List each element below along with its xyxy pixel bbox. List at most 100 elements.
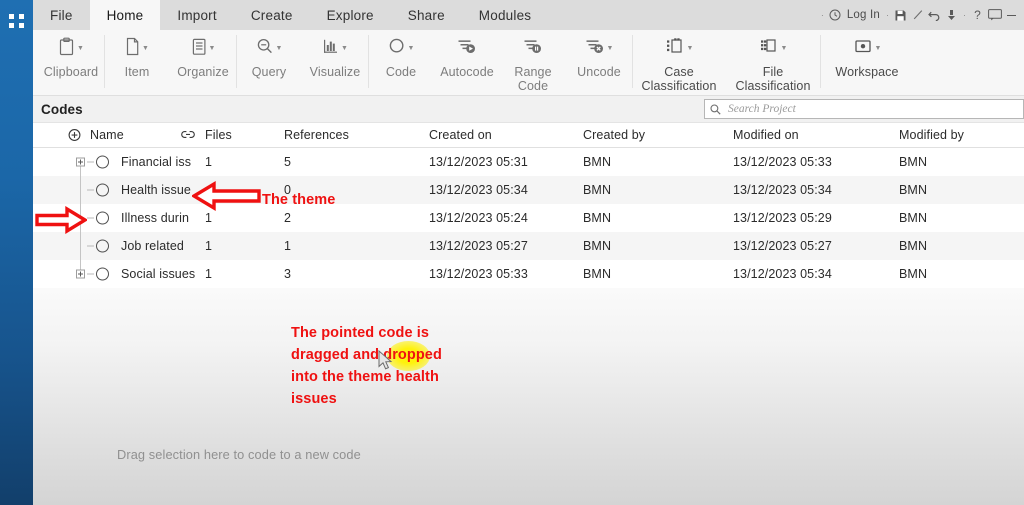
drop-zone-hint: Drag selection here to code to a new cod… xyxy=(117,447,361,462)
cell-created-by: BMN xyxy=(583,155,612,169)
panel-header: Codes Search Project xyxy=(33,96,1024,123)
search-minus-icon xyxy=(256,37,274,61)
column-header-modified-on[interactable]: Modified on xyxy=(733,128,799,142)
clipboard-button[interactable]: ▼ Clipboard xyxy=(38,30,104,79)
cell-name: Health issue xyxy=(121,183,191,197)
expand-icon[interactable] xyxy=(76,269,85,279)
search-placeholder: Search Project xyxy=(728,103,796,115)
chevron-down-icon[interactable]: ▼ xyxy=(607,45,614,52)
tab-home[interactable]: Home xyxy=(89,0,161,30)
workspace-button[interactable]: ▼ Workspace xyxy=(820,30,914,79)
cell-files: 1 xyxy=(205,267,213,281)
circled-plus-icon[interactable] xyxy=(68,129,81,142)
cell-created-on: 13/12/2023 05:27 xyxy=(429,239,528,253)
table-row[interactable]: Job related 1 1 13/12/2023 05:27 BMN 13/… xyxy=(33,232,1024,260)
table-row[interactable]: Health issue 0 13/12/2023 05:34 BMN 13/1… xyxy=(33,176,1024,204)
range-code-button[interactable]: Range Code xyxy=(500,30,566,93)
autocode-button[interactable]: Autocode xyxy=(434,30,500,79)
tree-line xyxy=(87,161,94,163)
code-node-icon xyxy=(96,239,109,253)
help-icon[interactable]: ? xyxy=(969,1,986,29)
tab-share[interactable]: Share xyxy=(391,0,462,30)
search-input[interactable]: Search Project xyxy=(704,99,1024,119)
cell-modified-by: BMN xyxy=(899,183,928,197)
column-header-created-on[interactable]: Created on xyxy=(429,128,492,142)
cell-created-on: 13/12/2023 05:24 xyxy=(429,211,528,225)
tree-line xyxy=(87,189,94,191)
chevron-down-icon[interactable]: ▼ xyxy=(781,45,788,52)
tab-import[interactable]: Import xyxy=(160,0,233,30)
comment-icon[interactable] xyxy=(986,1,1003,29)
document-icon xyxy=(125,37,140,61)
cell-name: Job related xyxy=(121,239,184,253)
table-row[interactable]: Social issues 1 3 13/12/2023 05:33 BMN 1… xyxy=(33,260,1024,288)
redo-dropdown-icon[interactable] xyxy=(943,1,960,29)
left-navigation-rail[interactable] xyxy=(0,0,33,505)
chevron-down-icon[interactable]: ▼ xyxy=(209,45,216,52)
item-button[interactable]: ▼ Item xyxy=(104,30,170,79)
range-code-label: Range Code xyxy=(514,65,552,93)
file-classification-icon xyxy=(759,37,779,61)
checklist-icon xyxy=(191,37,207,61)
column-header-name[interactable]: Name xyxy=(90,128,124,142)
visualize-button[interactable]: ▼ Visualize xyxy=(302,30,368,79)
chevron-down-icon[interactable]: ▼ xyxy=(408,45,415,52)
chevron-down-icon[interactable]: ▼ xyxy=(341,45,348,52)
undo-icon[interactable] xyxy=(926,1,943,29)
tab-explore[interactable]: Explore xyxy=(310,0,391,30)
column-header-created-by[interactable]: Created by xyxy=(583,128,645,142)
tab-create[interactable]: Create xyxy=(234,0,310,30)
organize-button[interactable]: ▼ Organize xyxy=(170,30,236,79)
ribbon-group-clipboard: ▼ Clipboard xyxy=(38,30,104,96)
login-button[interactable]: Log In xyxy=(844,1,883,29)
main-area: File Home Import Create Explore Share Mo… xyxy=(33,0,1024,505)
code-node-icon xyxy=(96,211,109,225)
cell-modified-by: BMN xyxy=(899,239,928,253)
cell-name: Financial iss xyxy=(121,155,192,169)
tab-file[interactable]: File xyxy=(33,0,90,30)
chevron-down-icon[interactable]: ▼ xyxy=(77,45,84,52)
clock-icon[interactable] xyxy=(827,1,844,29)
tree-line xyxy=(87,245,94,247)
query-button[interactable]: ▼ Query xyxy=(236,30,302,79)
expand-icon[interactable] xyxy=(76,157,85,167)
column-header-modified-by[interactable]: Modified by xyxy=(899,128,964,142)
save-icon[interactable] xyxy=(892,1,909,29)
chevron-down-icon[interactable]: ▼ xyxy=(875,45,882,52)
tab-modules[interactable]: Modules xyxy=(462,0,548,30)
table-header-row: Name Files References Created on Created… xyxy=(33,123,1024,148)
search-icon xyxy=(710,103,721,115)
ribbon-group-items: ▼ Item ▼ Organize xyxy=(104,30,236,96)
code-node-icon xyxy=(96,183,109,197)
cell-references: 5 xyxy=(284,155,292,169)
column-header-files[interactable]: Files xyxy=(205,128,232,142)
ribbon-tab-strip: File Home Import Create Explore Share Mo… xyxy=(33,0,1024,30)
cell-name: Illness durin xyxy=(121,211,189,225)
move-four-dots-icon[interactable] xyxy=(8,13,26,29)
code-node-icon xyxy=(96,155,109,169)
file-classification-button[interactable]: ▼ File Classification xyxy=(726,30,820,93)
cell-modified-by: BMN xyxy=(899,211,928,225)
autocode-icon xyxy=(457,37,477,61)
quick-access-toolbar: · Log In · · ? xyxy=(818,0,1024,30)
table-row[interactable]: Illness durin 1 2 13/12/2023 05:24 BMN 1… xyxy=(33,204,1024,232)
code-button[interactable]: ▼ Code xyxy=(368,30,434,79)
column-header-references[interactable]: References xyxy=(284,128,349,142)
chevron-down-icon[interactable]: ▼ xyxy=(276,45,283,52)
cell-references: 0 xyxy=(284,183,292,197)
ribbon-group-coding: ▼ Code Autocode Range Code ▼ Uncode xyxy=(368,30,632,96)
pencil-icon[interactable] xyxy=(909,1,926,29)
case-classification-button[interactable]: ▼ Case Classification xyxy=(632,30,726,93)
table-row[interactable]: Financial iss 1 5 13/12/2023 05:31 BMN 1… xyxy=(33,148,1024,176)
uncode-button[interactable]: ▼ Uncode xyxy=(566,30,632,79)
chevron-down-icon[interactable]: ▼ xyxy=(687,45,694,52)
cell-references: 1 xyxy=(284,239,292,253)
circle-icon xyxy=(388,37,406,61)
chevron-down-icon[interactable]: ▼ xyxy=(142,45,149,52)
cell-name: Social issues xyxy=(121,267,196,281)
ribbon-group-classification: ▼ Case Classification ▼ File Classificat… xyxy=(632,30,820,96)
ribbon-group-explore: ▼ Query ▼ Visualize xyxy=(236,30,368,96)
cell-created-on: 13/12/2023 05:34 xyxy=(429,183,528,197)
visualize-label: Visualize xyxy=(309,65,361,79)
minimize-icon[interactable] xyxy=(1003,1,1020,29)
